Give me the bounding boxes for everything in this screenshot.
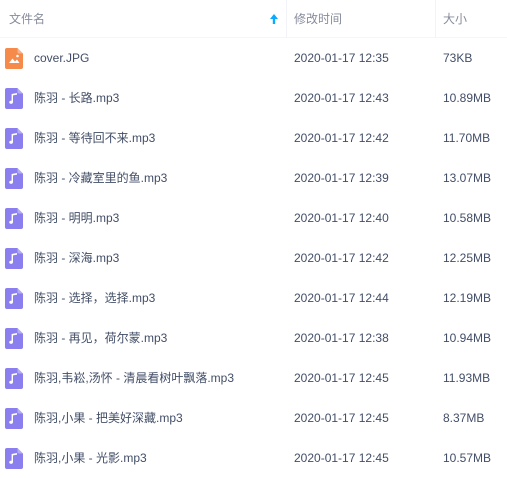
column-header-modified[interactable]: 修改时间 — [294, 0, 342, 38]
file-size: 73KB — [443, 51, 473, 65]
file-row[interactable]: 陈羽 - 再见，荷尔蒙.mp3 2020-01-17 12:38 10.94MB — [0, 318, 507, 358]
file-size: 10.89MB — [443, 91, 492, 105]
column-divider[interactable] — [286, 0, 287, 38]
audio-file-icon — [5, 328, 23, 349]
file-modified-time: 2020-01-17 12:42 — [294, 131, 389, 145]
audio-file-icon — [5, 88, 23, 109]
file-modified-time: 2020-01-17 12:35 — [294, 51, 389, 65]
file-modified-time: 2020-01-17 12:45 — [294, 451, 389, 465]
file-name[interactable]: 陈羽 - 深海.mp3 — [34, 238, 119, 278]
file-row[interactable]: 陈羽,小果 - 把美好深藏.mp3 2020-01-17 12:45 8.37MB — [0, 398, 507, 438]
file-size: 13.07MB — [443, 171, 492, 185]
file-size: 10.57MB — [443, 451, 492, 465]
file-row[interactable]: 陈羽,韦崧,汤怀 - 清晨看树叶飘落.mp3 2020-01-17 12:45 11… — [0, 358, 507, 398]
file-row[interactable]: 陈羽 - 长路.mp3 2020-01-17 12:43 10.89MB — [0, 78, 507, 118]
file-name[interactable]: 陈羽,小果 - 光影.mp3 — [34, 438, 147, 478]
audio-file-icon — [5, 288, 23, 309]
audio-file-icon — [5, 168, 23, 189]
file-modified-time: 2020-01-17 12:43 — [294, 91, 389, 105]
file-row[interactable]: 陈羽 - 选择，选择.mp3 2020-01-17 12:44 12.19MB — [0, 278, 507, 318]
file-name[interactable]: 陈羽 - 明明.mp3 — [34, 198, 119, 238]
audio-file-icon — [5, 408, 23, 429]
file-size: 12.19MB — [443, 291, 492, 305]
file-size: 8.37MB — [443, 411, 485, 425]
file-size: 11.70MB — [443, 131, 491, 145]
file-name[interactable]: cover.JPG — [34, 38, 89, 78]
file-rows: cover.JPG 2020-01-17 12:35 73KB 陈羽 - 长路.mp3… — [0, 38, 507, 478]
file-size: 12.25MB — [443, 251, 492, 265]
audio-file-icon — [5, 368, 23, 389]
file-name[interactable]: 陈羽 - 选择，选择.mp3 — [34, 278, 155, 318]
audio-file-icon — [5, 128, 23, 149]
file-modified-time: 2020-01-17 12:39 — [294, 171, 389, 185]
file-modified-time: 2020-01-17 12:42 — [294, 251, 389, 265]
file-list-header: 文件名 修改时间 大小 — [0, 0, 507, 38]
file-modified-time: 2020-01-17 12:44 — [294, 291, 389, 305]
file-name[interactable]: 陈羽,小果 - 把美好深藏.mp3 — [34, 398, 183, 438]
file-name[interactable]: 陈羽,韦崧,汤怀 - 清晨看树叶飘落.mp3 — [34, 358, 234, 398]
sort-ascending-icon[interactable] — [268, 12, 280, 26]
file-list: 文件名 修改时间 大小 cover.JPG 2020-01-17 12:35 73K… — [0, 0, 507, 475]
file-row[interactable]: 陈羽 - 明明.mp3 2020-01-17 12:40 10.58MB — [0, 198, 507, 238]
column-divider[interactable] — [435, 0, 436, 38]
file-name[interactable]: 陈羽 - 再见，荷尔蒙.mp3 — [34, 318, 167, 358]
file-modified-time: 2020-01-17 12:38 — [294, 331, 389, 345]
file-row[interactable]: 陈羽 - 等待回不来.mp3 2020-01-17 12:42 11.70MB — [0, 118, 507, 158]
audio-file-icon — [5, 248, 23, 269]
file-size: 10.94MB — [443, 331, 492, 345]
file-row[interactable]: cover.JPG 2020-01-17 12:35 73KB — [0, 38, 507, 78]
file-modified-time: 2020-01-17 12:40 — [294, 211, 389, 225]
file-name[interactable]: 陈羽 - 冷藏室里的鱼.mp3 — [34, 158, 167, 198]
image-file-icon — [5, 48, 23, 69]
column-header-size[interactable]: 大小 — [443, 0, 467, 38]
file-name[interactable]: 陈羽 - 长路.mp3 — [34, 78, 119, 118]
file-row[interactable]: 陈羽,小果 - 光影.mp3 2020-01-17 12:45 10.57MB — [0, 438, 507, 478]
file-size: 10.58MB — [443, 211, 492, 225]
audio-file-icon — [5, 448, 23, 469]
audio-file-icon — [5, 208, 23, 229]
file-modified-time: 2020-01-17 12:45 — [294, 411, 389, 425]
file-row[interactable]: 陈羽 - 深海.mp3 2020-01-17 12:42 12.25MB — [0, 238, 507, 278]
file-modified-time: 2020-01-17 12:45 — [294, 371, 389, 385]
file-name[interactable]: 陈羽 - 等待回不来.mp3 — [34, 118, 155, 158]
file-row[interactable]: 陈羽 - 冷藏室里的鱼.mp3 2020-01-17 12:39 13.07MB — [0, 158, 507, 198]
column-header-name[interactable]: 文件名 — [9, 0, 45, 38]
file-size: 11.93MB — [443, 371, 491, 385]
